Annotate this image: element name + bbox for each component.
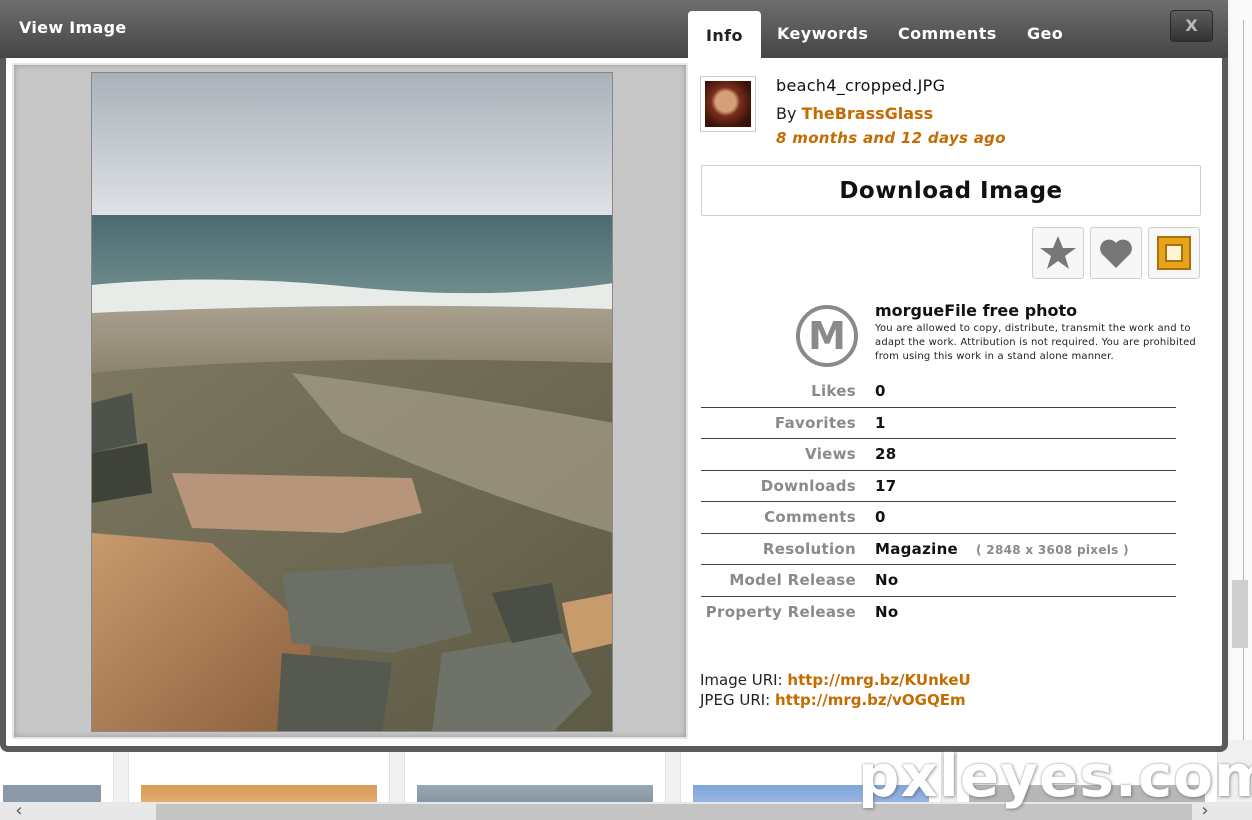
heart-icon (1100, 239, 1132, 268)
tab-info[interactable]: Info (688, 11, 761, 58)
stat-label: Resolution (762, 539, 856, 558)
stat-value: 28 (875, 445, 897, 463)
stat-value: Magazine ( 2848 x 3608 pixels ) (875, 540, 1129, 558)
modal-header: View Image Info Keywords Comments Geo X (0, 0, 1228, 58)
frame-icon (1157, 236, 1191, 270)
tab-keywords[interactable]: Keywords (777, 24, 868, 43)
stat-row-downloads: Downloads 17 (701, 471, 1176, 502)
stat-value: 0 (875, 382, 886, 400)
author-avatar[interactable] (700, 76, 756, 132)
image-stats: Likes 0 Favorites 1 Views 28 Downloads 1… (701, 376, 1176, 628)
stat-value: 17 (875, 476, 897, 495)
jpeg-uri-line: JPEG URI: http://mrg.bz/vOGQEm (700, 691, 966, 709)
pxleyes-watermark: pxleyes.com (858, 742, 1252, 810)
stat-row-property-release: Property Release No (701, 597, 1176, 629)
resolution-value: Magazine (875, 539, 959, 558)
jpeg-uri-label: JPEG URI: (700, 691, 771, 709)
like-button[interactable] (1090, 227, 1142, 279)
modal-title: View Image (19, 18, 127, 37)
author-line: By TheBrassGlass (776, 104, 933, 123)
stat-value: No (875, 602, 899, 621)
stat-row-comments: Comments 0 (701, 502, 1176, 534)
image-uri-line: Image URI: http://mrg.bz/KUnkeU (700, 671, 971, 689)
image-uri-label: Image URI: (700, 671, 783, 689)
page-scrollbar-thumb[interactable] (1232, 580, 1248, 648)
stat-row-resolution: Resolution Magazine ( 2848 x 3608 pixels … (701, 534, 1176, 565)
upload-age: 8 months and 12 days ago (776, 129, 1006, 147)
stat-label: Property Release (705, 602, 856, 621)
stat-label: Downloads (760, 476, 856, 495)
stat-label: Favorites (774, 413, 856, 432)
avatar-image (705, 81, 751, 127)
download-image-button[interactable]: Download Image (701, 165, 1201, 216)
tab-geo[interactable]: Geo (1027, 24, 1063, 43)
image-panel (12, 63, 688, 739)
favorite-button[interactable] (1032, 227, 1084, 279)
license-text: You are allowed to copy, distribute, tra… (875, 323, 1196, 362)
by-prefix: By (776, 104, 797, 123)
stat-label: Model Release (729, 571, 856, 589)
stat-row-views: Views 28 (701, 439, 1176, 471)
beach-photo-image (92, 73, 612, 731)
image-uri-link[interactable]: http://mrg.bz/KUnkeU (787, 671, 970, 689)
lightbox-button[interactable] (1148, 227, 1200, 279)
stat-row-model-release: Model Release No (701, 565, 1176, 597)
license-title: morgueFile free photo (875, 301, 1078, 320)
stat-label: Comments (764, 508, 856, 526)
morguefile-logo-icon: M (796, 305, 858, 367)
image-file-name: beach4_cropped.JPG (776, 76, 946, 95)
stat-label: Likes (811, 382, 856, 400)
gallery-prev-arrow-icon[interactable]: ‹ (10, 802, 28, 820)
jpeg-uri-link[interactable]: http://mrg.bz/vOGQEm (775, 691, 966, 709)
stat-row-favorites: Favorites 1 (701, 408, 1176, 439)
tab-comments[interactable]: Comments (898, 24, 997, 43)
stat-label: Views (805, 445, 856, 463)
stat-value: 1 (875, 413, 886, 432)
author-link[interactable]: TheBrassGlass (802, 104, 934, 123)
resolution-pixels: ( 2848 x 3608 pixels ) (976, 542, 1129, 557)
star-icon (1040, 236, 1076, 269)
beach-photo (91, 72, 613, 732)
stat-row-likes: Likes 0 (701, 376, 1176, 408)
stat-value: 0 (875, 508, 886, 526)
close-button[interactable]: X (1170, 10, 1213, 42)
stat-value: No (875, 571, 899, 589)
